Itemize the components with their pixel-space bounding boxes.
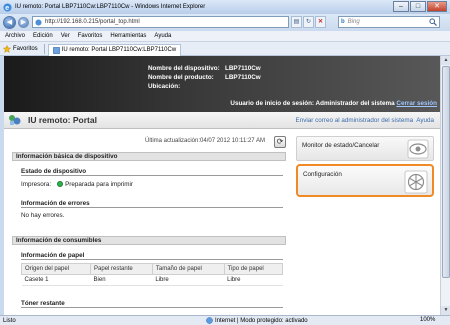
scrollbar-thumb[interactable] [442,66,450,278]
product-name-label: Nombre del producto: [148,74,214,81]
consumables-section-header: Información de consumibles [12,236,286,245]
menu-ver[interactable]: Ver [61,33,70,39]
cell-paper-remaining: Bien [90,274,153,286]
location-label: Ubicación: [148,83,181,90]
mail-admin-link[interactable]: Enviar correo al administrador del siste… [296,117,414,124]
window-title: IU remoto: Portal LBP7110Cw:LBP7110Cw - … [15,4,206,10]
product-name-row: Nombre del producto: LBP7110Cw [148,74,261,81]
col-paper-remaining: Papel restante [90,263,153,275]
product-name-value: LBP7110Cw [225,74,261,81]
ie-app-icon: e [3,3,12,12]
address-bar[interactable]: http://192.168.0.215/portal_top.html [32,16,289,28]
stop-button[interactable]: ✕ [315,16,326,28]
favorites-button[interactable]: Favoritos [3,44,38,53]
settings-icon [404,170,428,194]
status-monitor-button[interactable]: Monitor de estado/Cancelar [296,136,434,161]
menu-bar: Archivo Edición Ver Favoritos Herramient… [0,31,450,42]
device-name-label: Nombre del dispositivo: [148,65,220,72]
close-window-button[interactable]: ✕ [427,1,447,12]
favorites-bar: Favoritos IU remoto: Portal LBP7110Cw:LB… [0,42,450,56]
toolbar-divider [43,43,45,54]
status-bar: Listo Internet | Modo protegido: activad… [0,315,450,325]
portal-links: Enviar correo al administrador del siste… [296,117,435,124]
favorites-label: Favoritos [13,45,38,52]
help-link[interactable]: Ayuda [416,117,434,124]
page-icon [35,18,42,26]
scroll-down-button[interactable]: ▼ [441,306,450,315]
search-box[interactable]: b Bing [338,16,440,28]
logout-link[interactable]: Cerrar sesión [396,100,437,107]
cell-paper-size: Libre [152,274,225,286]
back-button[interactable]: ◀ [3,16,16,29]
device-status-heading: Estado de dispositivo [21,167,283,176]
minimize-button[interactable]: – [393,1,409,12]
search-placeholder[interactable]: Bing [348,19,360,25]
printer-label: Impresora: [21,181,52,188]
portal-logo-icon [9,115,21,125]
scroll-up-button[interactable]: ▲ [441,56,450,65]
col-paper-type: Tipo de papel [223,263,284,275]
col-paper-source: Origen del papel [20,263,92,275]
bing-logo: b [341,19,345,25]
refresh-page-button[interactable]: ↻ [303,16,314,28]
menu-herramientas[interactable]: Herramientas [110,33,146,39]
device-name-row: Nombre del dispositivo: LBP7110Cw [148,65,261,72]
configuration-button[interactable]: Configuración [296,164,434,197]
browser-tab-portal[interactable]: IU remoto: Portal LBP7110Cw:LBP7110Cw [47,43,182,56]
paper-table: Origen del papel Papel restante Tamaño d… [20,263,284,286]
refresh-icon: ⟳ [276,137,284,146]
menu-favoritos[interactable]: Favoritos [78,33,103,39]
svg-text:e: e [5,3,9,12]
address-toolbar: ◀ ▶ http://192.168.0.215/portal_top.html… [0,14,450,31]
forward-button[interactable]: ▶ [18,17,29,28]
device-name-value: LBP7110Cw [225,65,261,72]
maximize-button[interactable]: □ [410,1,426,12]
configuration-label: Configuración [303,171,342,178]
tab-page-icon [52,46,60,54]
address-url[interactable]: http://192.168.0.215/portal_top.html [45,19,140,25]
portal-title: IU remoto: Portal [28,115,97,125]
menu-edicion[interactable]: Edición [33,33,53,39]
protected-mode-text: Internet | Modo protegido: activado [215,317,308,324]
eye-icon [407,139,429,159]
globe-icon [206,317,213,324]
device-header: Nombre del dispositivo: LBP7110Cw Nombre … [4,56,440,112]
printer-status-value: Preparada para imprimir [65,181,134,188]
zoom-level[interactable]: 100% [420,317,435,323]
login-user-text: Usuario de inicio de sesión: Administrad… [230,100,395,107]
col-paper-size: Tamaño de papel [151,263,225,275]
search-icon[interactable] [429,18,437,26]
cell-paper-source: Casete 1 [21,274,91,286]
portal-title-bar: IU remoto: Portal Enviar correo al admin… [4,112,440,129]
login-user-info: Usuario de inicio de sesión: Administrad… [230,100,437,107]
printer-status-row: Impresora: Preparada para imprimir [21,181,133,188]
ready-status-icon [57,181,64,188]
menu-archivo[interactable]: Archivo [5,33,25,39]
cell-paper-type: Libre [224,274,283,286]
menu-ayuda[interactable]: Ayuda [154,33,171,39]
window-controls: – □ ✕ [392,1,447,12]
error-info-heading: Información de errores [21,199,283,208]
compatibility-view-button[interactable]: ▤ [291,16,302,28]
page-viewport: Nombre del dispositivo: LBP7110Cw Nombre … [4,56,440,315]
refresh-status-button[interactable]: ⟳ [274,136,286,148]
table-row: Casete 1 Bien Libre Libre [21,274,283,286]
security-zone[interactable]: Internet | Modo protegido: activado [206,317,308,324]
status-monitor-label: Monitor de estado/Cancelar [302,142,380,149]
paper-info-heading: Información de papel [21,251,283,260]
toner-remaining-heading: Tóner restante [21,299,283,308]
tab-label: IU remoto: Portal LBP7110Cw:LBP7110Cw [61,47,177,53]
status-text: Listo [3,317,16,324]
paper-table-header: Origen del papel Papel restante Tamaño d… [20,263,284,275]
vertical-scrollbar[interactable]: ▲ ▼ [440,56,450,315]
device-info-section-header: Información básica de dispositivo [12,152,286,161]
window-titlebar: e IU remoto: Portal LBP7110Cw:LBP7110Cw … [0,0,450,14]
address-buttons: ▤ ↻ ✕ [291,16,327,28]
last-updated: Última actualización:04/07 2012 10:11:27… [145,138,265,144]
star-icon [3,44,11,53]
location-row: Ubicación: [148,83,225,90]
error-text: No hay errores. [21,212,65,219]
